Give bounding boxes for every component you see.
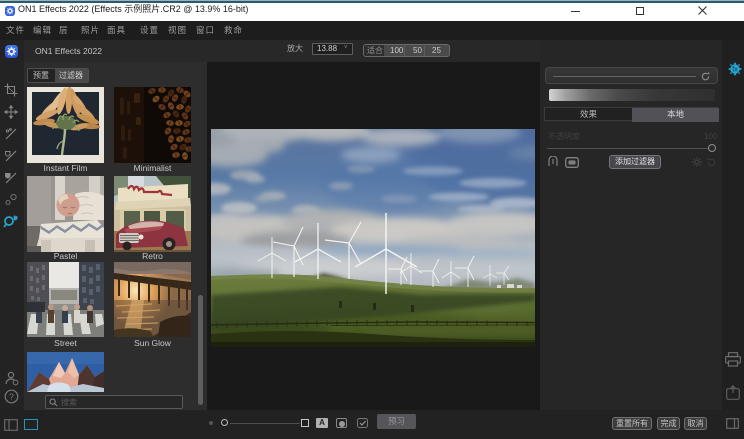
svg-text:?: ? — [9, 391, 14, 401]
svg-text:fx: fx — [732, 67, 738, 74]
